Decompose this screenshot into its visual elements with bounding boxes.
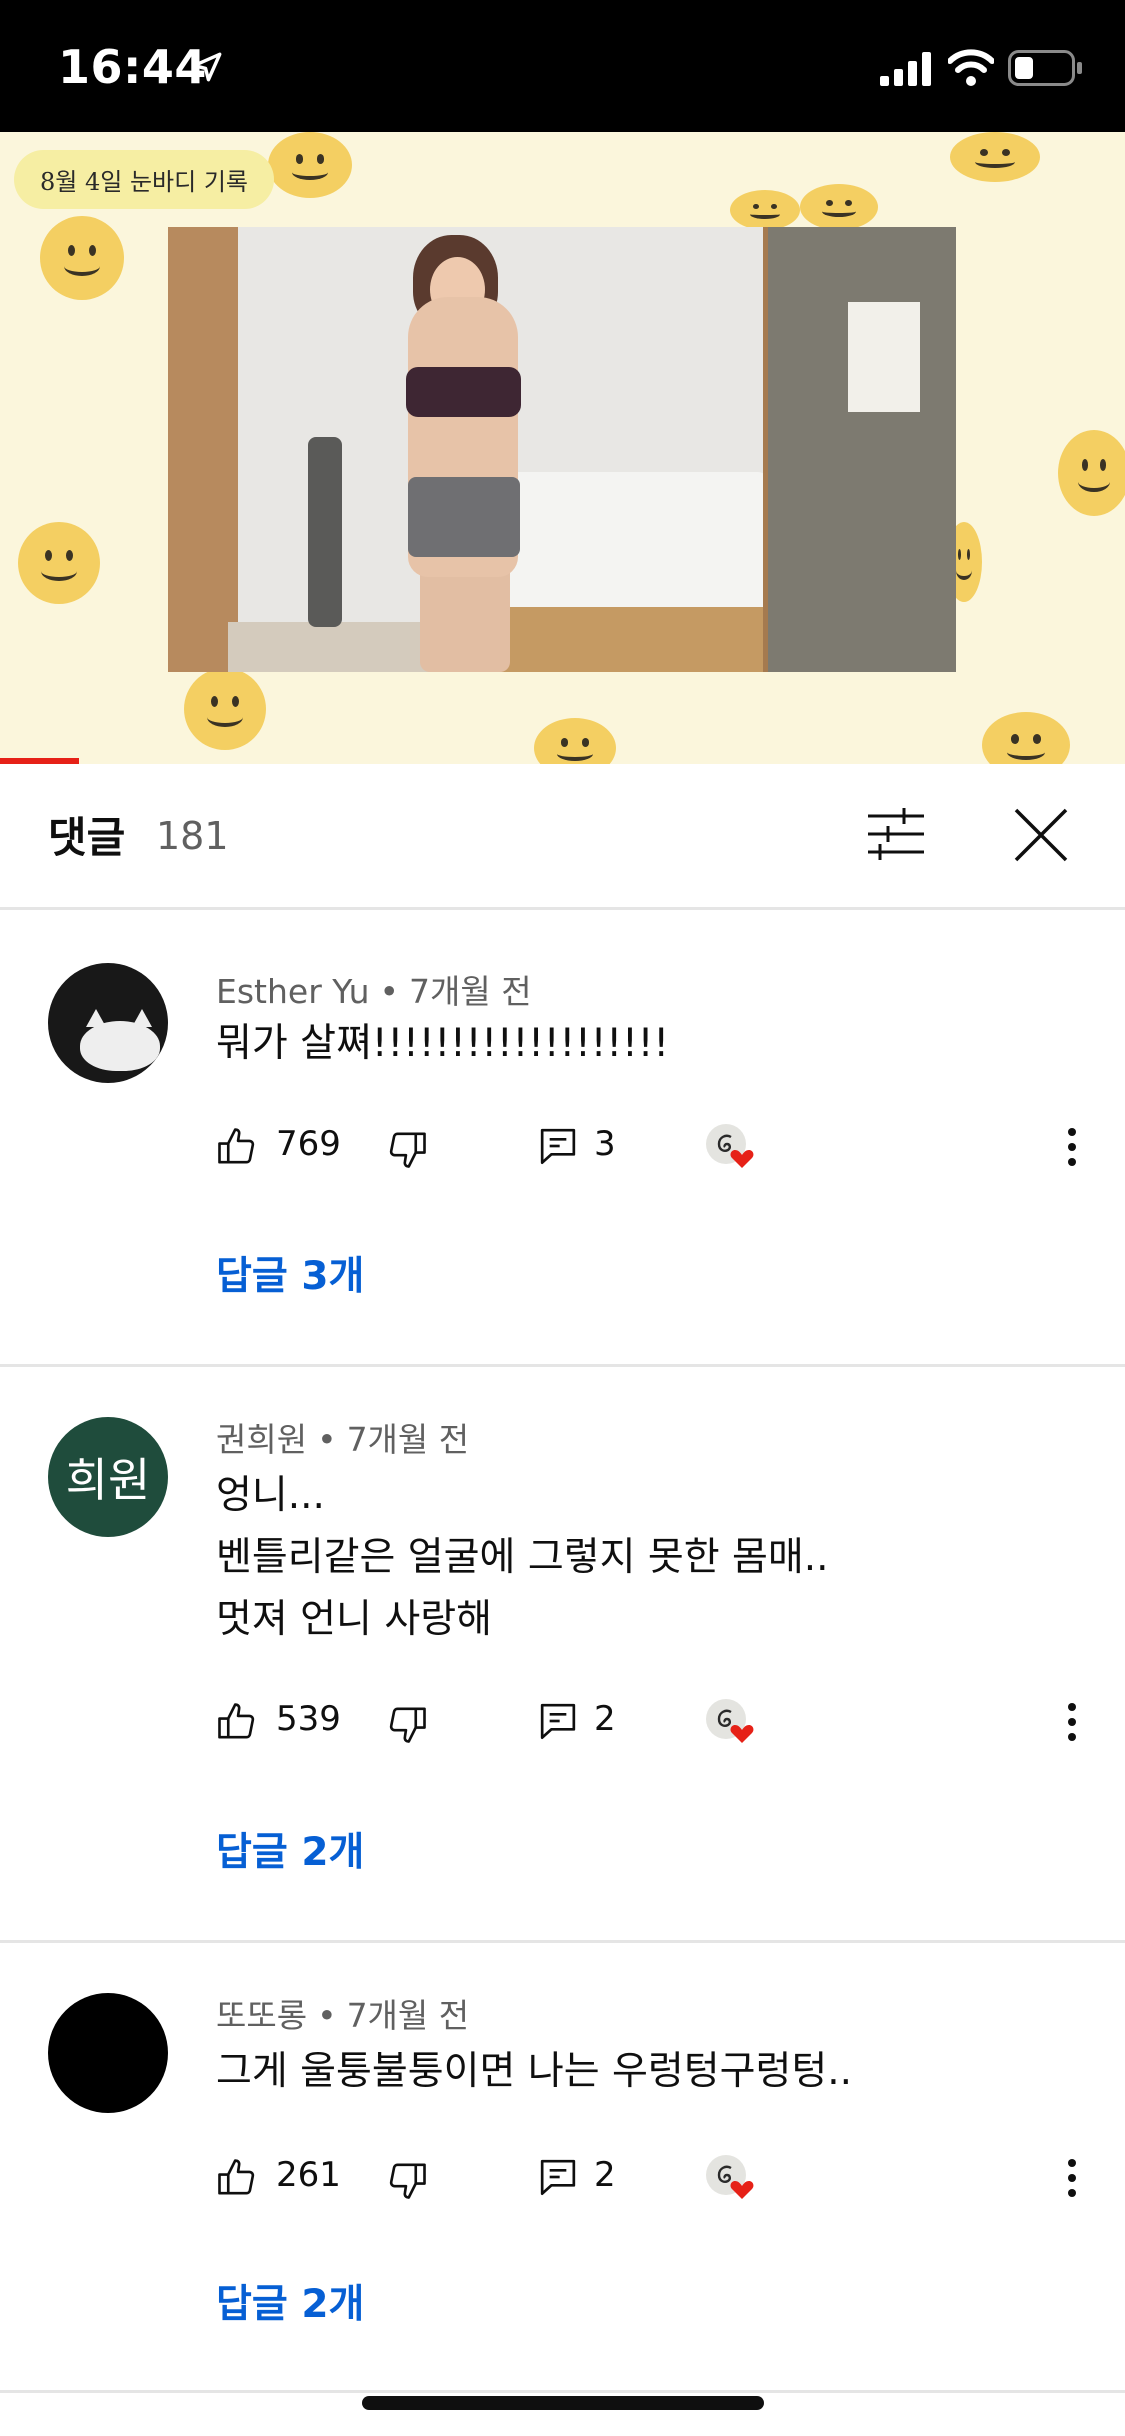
thumbs-down-icon[interactable] [386,2159,428,2201]
comment-item: 또또롱 • 7개월 전 그게 울퉁불퉁이면 나는 우렁텅구렁텅.. 261 2 답글… [0,1943,1125,2393]
reply-count: 2 [594,1699,616,1739]
smiley-sticker [982,712,1070,764]
comment-meta: 권희원 • 7개월 전 [216,1420,470,1459]
creator-heart-icon [706,1124,754,1168]
like-count: 539 [276,1699,341,1739]
smiley-sticker [40,216,124,300]
more-options-icon[interactable] [1062,1124,1082,1170]
more-options-icon[interactable] [1062,2155,1082,2201]
reply-count: 3 [594,1124,616,1164]
avatar[interactable]: 희원 [48,1417,168,1537]
thumbs-up-icon[interactable] [216,1126,258,1168]
comments-header: 댓글 181 [0,764,1125,910]
comment-item: 희원 권희원 • 7개월 전 엉니... 벤틀리같은 얼굴에 그렇지 못한 몸매..… [0,1367,1125,1943]
more-options-icon[interactable] [1062,1699,1082,1745]
comment-actions: 769 3 [216,1118,1096,1178]
smiley-sticker [1058,430,1125,516]
avatar[interactable] [48,1993,168,2113]
home-indicator[interactable] [362,2396,764,2410]
video-caption-tag: 8월 4일 눈바디 기록 [14,150,274,209]
location-arrow-icon [192,52,222,82]
comment-text: 그게 울퉁불퉁이면 나는 우렁텅구렁텅.. [216,2049,853,2094]
close-icon[interactable] [1012,806,1070,864]
comment-author[interactable]: 권희원 [216,1420,307,1459]
view-replies-link[interactable]: 답글 2개 [216,2273,364,2329]
thumbs-down-icon[interactable] [386,1128,428,1170]
video-frame-photo [168,227,956,672]
wifi-icon [948,49,994,86]
view-replies-link[interactable]: 답글 2개 [216,1821,364,1877]
comment-meta: Esther Yu • 7개월 전 [216,972,532,1011]
avatar[interactable] [48,963,168,1083]
smiley-sticker [800,184,878,230]
comments-title: 댓글 [48,813,126,862]
thumbs-down-icon[interactable] [386,1703,428,1745]
comment-author[interactable]: Esther Yu [216,972,370,1011]
comment-item: Esther Yu • 7개월 전 뭐가 살쪄!!!!!!!!!!!!!!!!!!!… [0,913,1125,1367]
like-count: 261 [276,2155,341,2195]
sort-filter-icon[interactable] [866,806,926,862]
cellular-signal-icon [880,52,931,86]
comment-text: 뭐가 살쪄!!!!!!!!!!!!!!!!!!! [216,1021,669,1066]
comment-text: 엉니... 벤틀리같은 얼굴에 그렇지 못한 몸매.. 멋져 언니 사랑해 [216,1473,829,1642]
comment-meta: 또또롱 • 7개월 전 [216,1996,470,2035]
comment-actions: 539 2 [216,1693,1096,1753]
smiley-sticker [534,718,616,764]
video-player[interactable]: 8월 4일 눈바디 기록 [0,132,1125,764]
view-replies-link[interactable]: 답글 3개 [216,1245,364,1301]
reply-comment-icon[interactable] [538,2157,578,2197]
smiley-sticker [950,132,1040,182]
comment-actions: 261 2 [216,2149,1096,2209]
smiley-sticker [268,132,352,198]
comment-author[interactable]: 또또롱 [216,1996,307,2035]
comment-time: 7개월 전 [409,972,532,1011]
battery-icon [1008,50,1082,86]
thumbs-up-icon[interactable] [216,2157,258,2199]
reply-count: 2 [594,2155,616,2195]
comment-time: 7개월 전 [346,1996,470,2035]
creator-heart-icon [706,2155,754,2199]
like-count: 769 [276,1124,341,1164]
comments-count: 181 [156,814,229,858]
smiley-sticker [730,190,800,230]
status-time: 16:44 [58,40,207,94]
creator-heart-icon [706,1699,754,1743]
smiley-sticker [18,522,100,604]
status-bar: 16:44 [0,0,1125,132]
thumbs-up-icon[interactable] [216,1701,258,1743]
smiley-sticker [184,668,266,750]
reply-comment-icon[interactable] [538,1126,578,1166]
comment-time: 7개월 전 [346,1420,470,1459]
reply-comment-icon[interactable] [538,1701,578,1741]
